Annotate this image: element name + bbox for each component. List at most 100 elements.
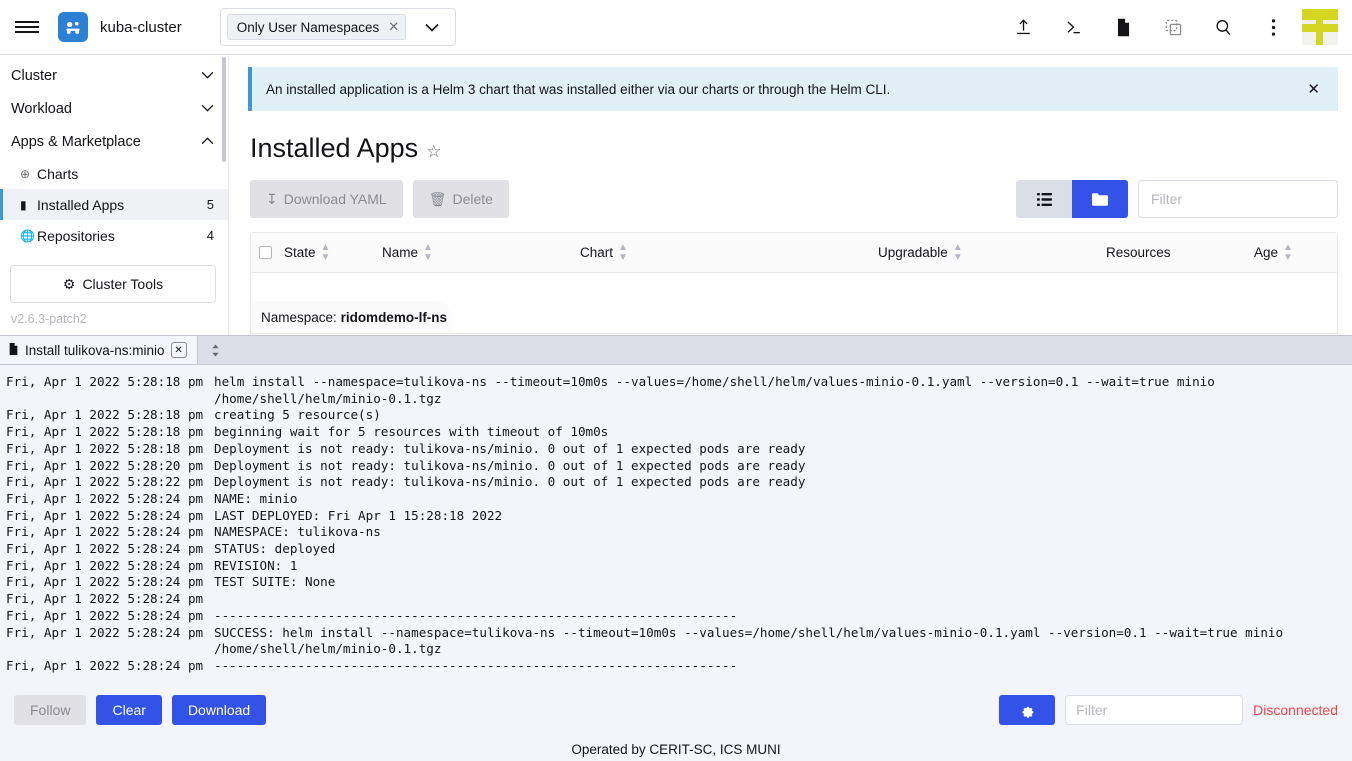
chevron-down-icon[interactable]	[201, 103, 214, 115]
terminal-filter-input[interactable]	[1065, 695, 1243, 725]
column-header-upgradable[interactable]: Upgradable ▲▼	[878, 243, 1106, 263]
plus-circle-icon: ⊕	[20, 167, 37, 181]
more-options-icon[interactable]	[1248, 0, 1298, 55]
terminal-tab-install[interactable]: Install tulikova-ns:minio ✕	[0, 336, 198, 364]
terminal-log-line: Fri, Apr 1 2022 5:28:24 pmTEST SUITE: No…	[6, 574, 1352, 591]
search-icon[interactable]	[1198, 0, 1248, 55]
star-outline-icon[interactable]: ☆	[426, 142, 441, 162]
clear-button[interactable]: Clear	[96, 695, 161, 725]
cluster-dashboard-icon[interactable]	[1148, 0, 1198, 55]
column-header-age[interactable]: Age ▲▼	[1254, 243, 1293, 263]
list-view-icon[interactable]	[1016, 180, 1072, 218]
terminal-log-message: SUCCESS: helm install --namespace=tuliko…	[214, 625, 1352, 658]
terminal-log-timestamp: Fri, Apr 1 2022 5:28:18 pm	[6, 424, 214, 441]
terminal-log-line: Fri, Apr 1 2022 5:28:18 pmDeployment is …	[6, 441, 1352, 458]
sort-icon[interactable]: ▲▼	[1283, 243, 1293, 263]
delete-button[interactable]: 🗑 Delete	[413, 180, 509, 218]
close-icon[interactable]: ✕	[388, 19, 399, 35]
group-view-icon[interactable]	[1072, 180, 1128, 218]
chevron-down-icon[interactable]	[415, 23, 449, 32]
chevron-down-icon[interactable]	[201, 70, 214, 82]
namespace-filter-pill-label: Only User Namespaces	[237, 20, 380, 35]
docs-icon[interactable]	[1098, 0, 1148, 55]
terminal-log-timestamp: Fri, Apr 1 2022 5:28:24 pm	[6, 574, 214, 591]
sort-icon[interactable]: ▲▼	[618, 243, 628, 263]
terminal-log-timestamp: Fri, Apr 1 2022 5:28:22 pm	[6, 474, 214, 491]
resize-vertical-icon[interactable]	[198, 336, 234, 364]
table-group-row[interactable]: Namespace: ridomdemo-lf-ns	[251, 301, 1337, 333]
terminal-log-line: Fri, Apr 1 2022 5:28:24 pmSUCCESS: helm …	[6, 625, 1352, 658]
download-icon: ↧	[266, 191, 278, 208]
import-yaml-icon[interactable]	[998, 0, 1048, 55]
column-header-name-label: Name	[382, 245, 418, 260]
column-header-chart-label: Chart	[580, 245, 613, 260]
sidebar-item-charts-label: Charts	[37, 166, 78, 182]
sidebar-item-repositories[interactable]: 🌐 Repositories 4	[0, 220, 228, 251]
terminal-log-line: Fri, Apr 1 2022 5:28:18 pmhelm install -…	[6, 374, 1352, 407]
terminal-log-message: helm install --namespace=tulikova-ns --t…	[214, 374, 1352, 407]
footer-note: Operated by CERIT-SC, ICS MUNI	[0, 742, 1352, 757]
sidebar-scrollbar[interactable]	[222, 57, 226, 162]
terminal-log-timestamp: Fri, Apr 1 2022 5:28:18 pm	[6, 407, 214, 424]
gear-icon[interactable]	[999, 695, 1055, 725]
terminal-log-output[interactable]: Fri, Apr 1 2022 5:28:18 pmhelm install -…	[0, 366, 1352, 685]
cluster-tools-label: Cluster Tools	[82, 276, 163, 292]
terminal-log-message: NAMESPACE: tulikova-ns	[214, 524, 1352, 541]
download-button[interactable]: Download	[172, 695, 266, 725]
sidebar-group-cluster[interactable]: Cluster	[0, 59, 228, 92]
sort-icon[interactable]: ▲▼	[423, 243, 433, 263]
select-all-checkbox[interactable]	[259, 246, 272, 259]
close-icon[interactable]: ✕	[171, 342, 187, 358]
sidebar-group-apps-marketplace[interactable]: Apps & Marketplace	[0, 125, 228, 158]
sidebar-item-repositories-label: Repositories	[37, 228, 115, 244]
top-header: kuba-cluster Only User Namespaces ✕	[0, 0, 1352, 55]
sidebar-item-installed-apps[interactable]: ▮ Installed Apps 5	[0, 189, 228, 220]
cluster-logo-icon[interactable]	[58, 12, 88, 42]
sort-icon[interactable]: ▲▼	[953, 243, 963, 263]
chevron-up-icon[interactable]	[201, 136, 214, 148]
column-header-age-label: Age	[1254, 245, 1278, 260]
hamburger-menu-icon[interactable]	[0, 0, 54, 55]
column-header-state[interactable]: State ▲▼	[284, 243, 382, 263]
terminal-log-timestamp: Fri, Apr 1 2022 5:28:24 pm	[6, 491, 214, 508]
terminal-log-message: NAME: minio	[214, 491, 1352, 508]
info-banner: An installed application is a Helm 3 cha…	[248, 67, 1338, 111]
sidebar-group-apps-marketplace-label: Apps & Marketplace	[11, 134, 141, 150]
column-header-resources-label: Resources	[1106, 245, 1171, 260]
namespace-filter-pill[interactable]: Only User Namespaces ✕	[227, 14, 406, 40]
terminal-footer: Follow Clear Download Disconnected	[0, 685, 1352, 735]
namespace-filter[interactable]: Only User Namespaces ✕	[220, 8, 456, 46]
info-banner-text: An installed application is a Helm 3 cha…	[266, 82, 890, 97]
main-content: An installed application is a Helm 3 cha…	[230, 55, 1352, 335]
column-header-chart[interactable]: Chart ▲▼	[580, 243, 878, 263]
sidebar-item-installed-apps-count: 5	[207, 197, 214, 212]
sort-icon[interactable]: ▲▼	[321, 243, 331, 263]
cluster-name[interactable]: kuba-cluster	[100, 19, 182, 36]
cluster-tools-button[interactable]: ⚙ Cluster Tools	[10, 265, 216, 303]
kubectl-shell-icon[interactable]	[1048, 0, 1098, 55]
terminal-log-message: TEST SUITE: None	[214, 574, 1352, 591]
table-group-value: ridomdemo-lf-ns	[341, 310, 448, 325]
terminal-log-message: LAST DEPLOYED: Fri Apr 1 15:28:18 2022	[214, 508, 1352, 525]
terminal-log-line: Fri, Apr 1 2022 5:28:24 pmREVISION: 1	[6, 558, 1352, 575]
column-header-state-label: State	[284, 245, 316, 260]
view-toggle	[1016, 180, 1128, 218]
terminal-log-message: ----------------------------------------…	[214, 608, 1352, 625]
terminal-log-timestamp: Fri, Apr 1 2022 5:28:20 pm	[6, 458, 214, 475]
download-yaml-button[interactable]: ↧ Download YAML	[250, 180, 403, 218]
terminal-log-timestamp: Fri, Apr 1 2022 5:28:24 pm	[6, 508, 214, 525]
terminal-panel: Install tulikova-ns:minio ✕ Fri, Apr 1 2…	[0, 335, 1352, 761]
column-header-upgradable-label: Upgradable	[878, 245, 948, 260]
installed-apps-table: State ▲▼ Name ▲▼ Chart ▲▼ Upgradable ▲▼ …	[250, 232, 1338, 334]
follow-button[interactable]: Follow	[14, 695, 86, 725]
terminal-log-message: Deployment is not ready: tulikova-ns/min…	[214, 441, 1352, 458]
close-icon[interactable]: ✕	[1303, 80, 1324, 98]
sidebar-item-charts[interactable]: ⊕ Charts	[0, 158, 228, 189]
page-title-text: Installed Apps	[250, 133, 418, 164]
sidebar-group-workload[interactable]: Workload	[0, 92, 228, 125]
globe-icon: 🌐	[20, 229, 37, 243]
column-header-name[interactable]: Name ▲▼	[382, 243, 580, 263]
filter-input[interactable]	[1138, 180, 1338, 218]
terminal-log-timestamp: Fri, Apr 1 2022 5:28:24 pm	[6, 591, 214, 608]
terminal-log-message-continuation: /home/shell/helm/minio-0.1.tgz	[214, 641, 1352, 658]
